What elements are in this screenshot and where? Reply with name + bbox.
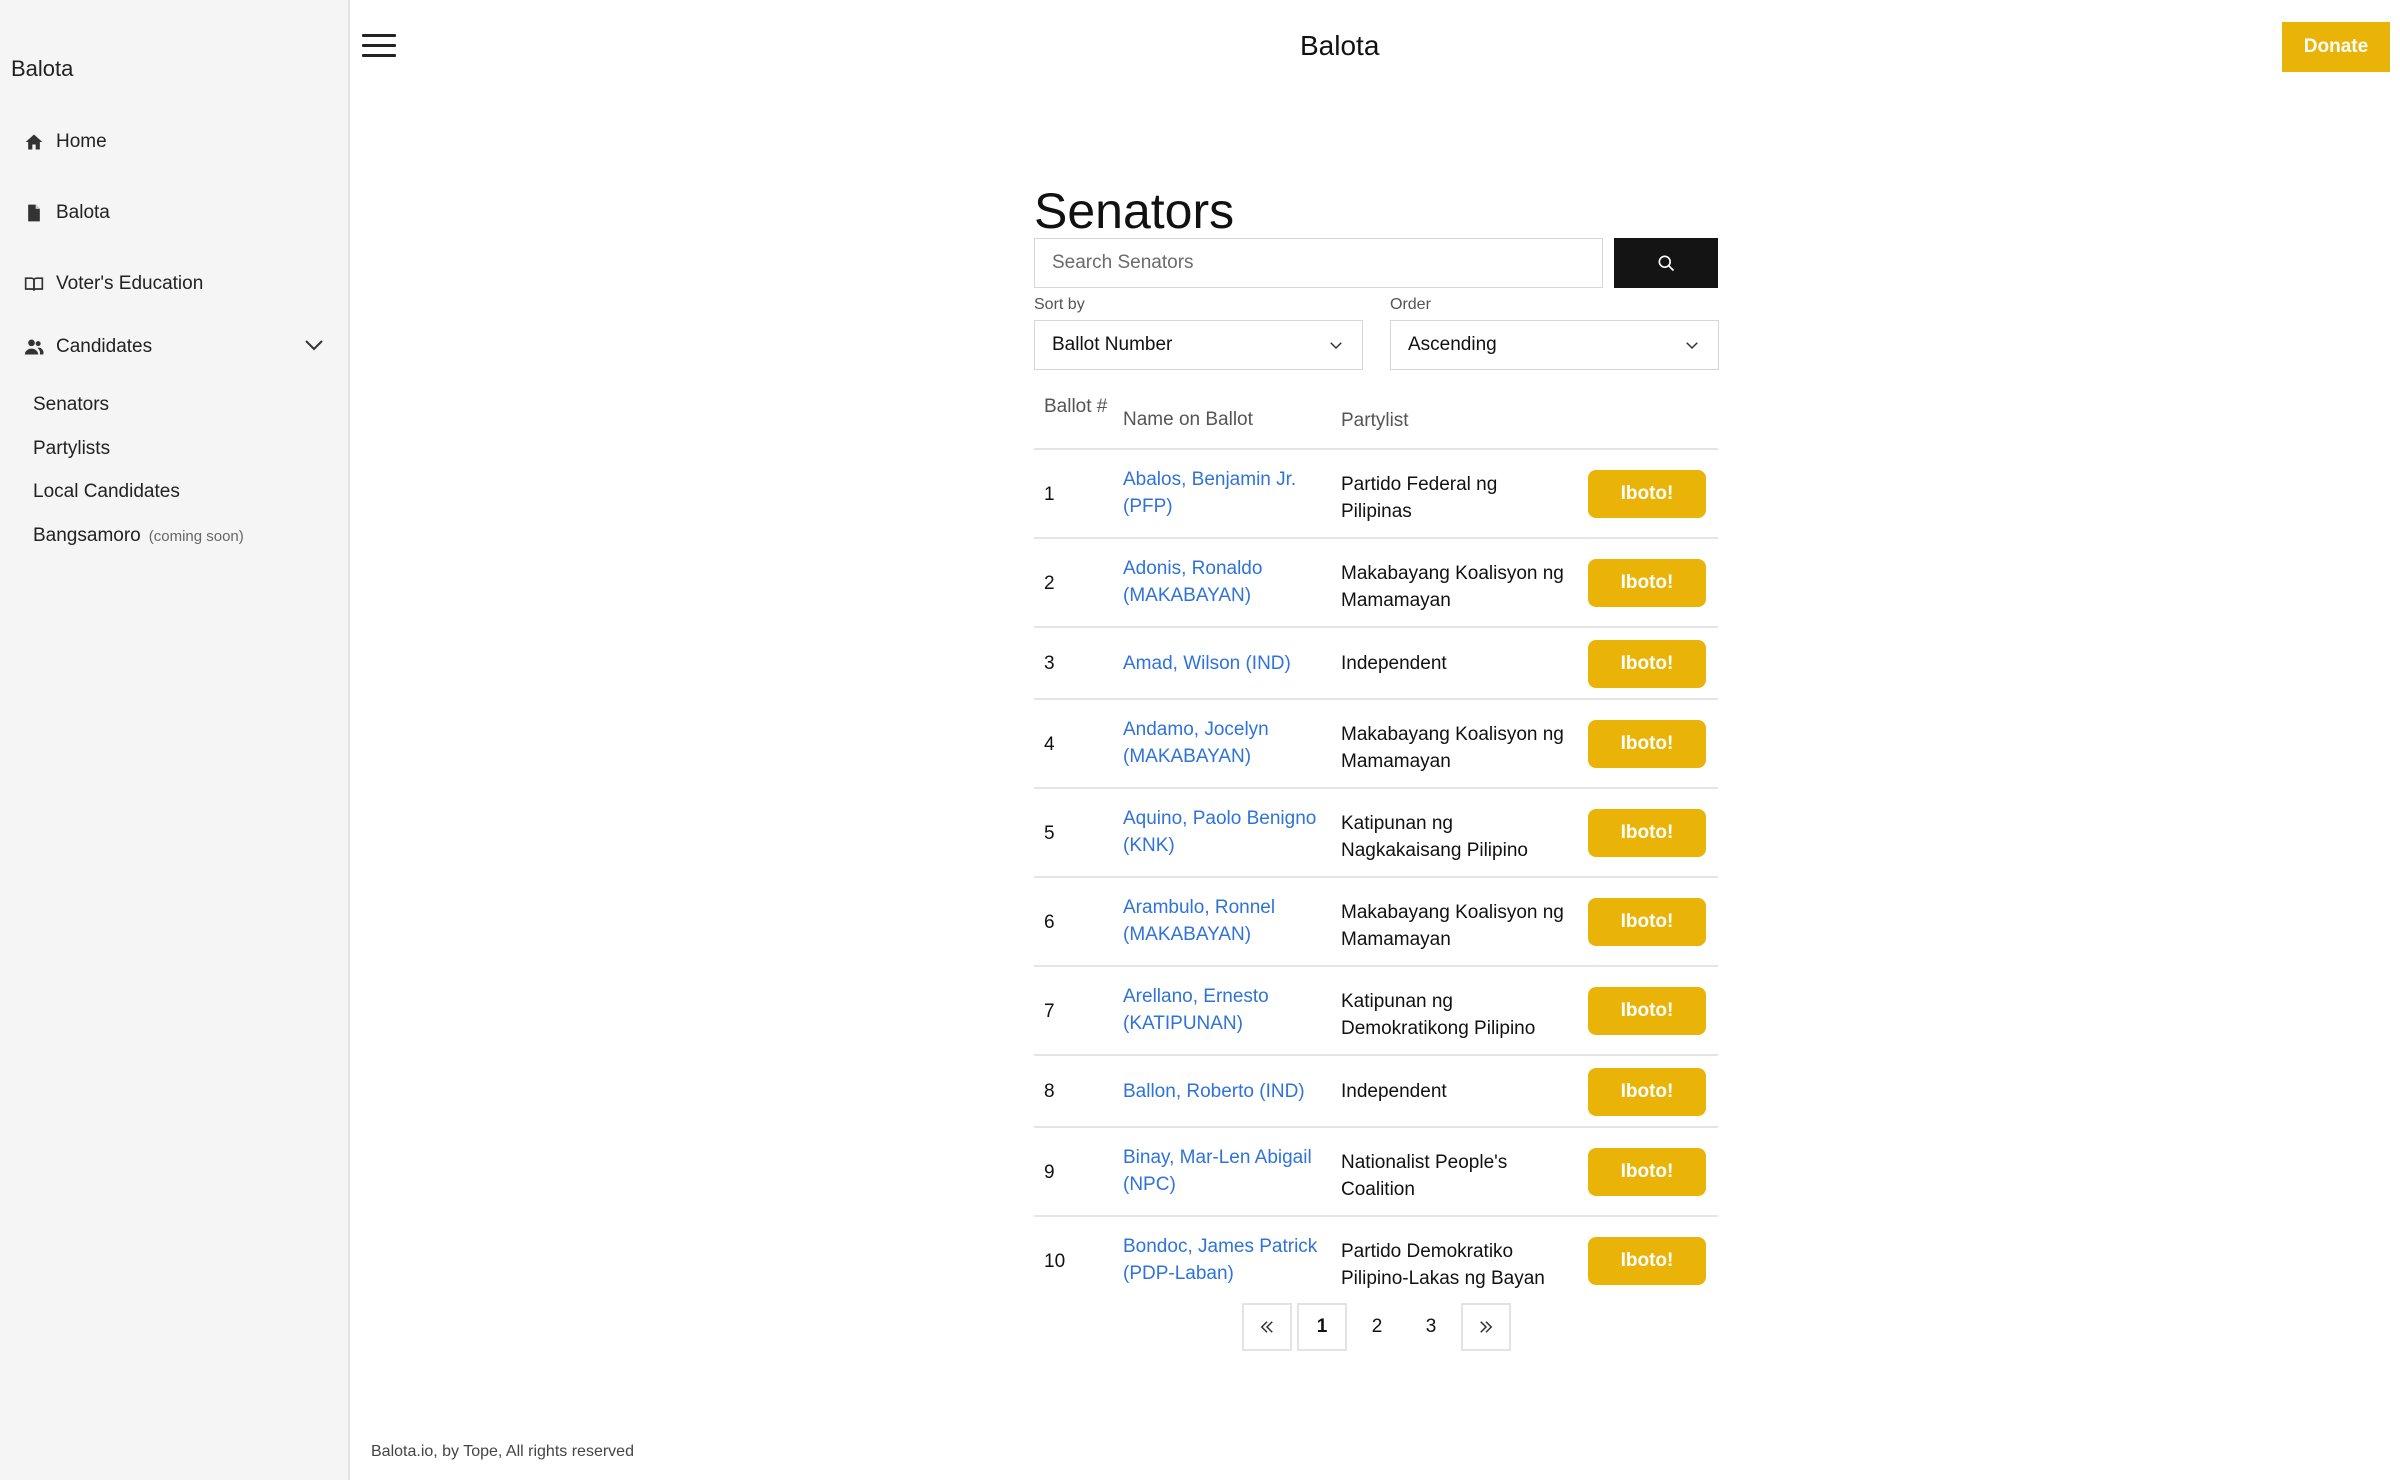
partylist: Katipunan ng Nagkakaisang Pilipino [1341, 813, 1528, 861]
candidate-name-link[interactable]: Binay, Mar-Len Abigail (NPC) [1123, 1144, 1341, 1198]
sidebar-item-label: Balota [56, 202, 110, 223]
column-header-partylist: Partylist [1341, 410, 1409, 431]
sidebar-item-candidates[interactable]: Candidates [22, 327, 152, 367]
candidate-name-link[interactable]: Abalos, Benjamin Jr. (PFP) [1123, 466, 1333, 520]
sidebar-subitem-local-candidates[interactable]: Local Candidates [33, 481, 180, 503]
ballot-number: 10 [1044, 1251, 1066, 1272]
sidebar-brand[interactable]: Balota [11, 56, 73, 82]
sort-by-label: Sort by [1034, 296, 1085, 313]
users-icon [22, 335, 46, 359]
footer-text: Balota.io, by Tope, All rights reserved [371, 1443, 634, 1460]
double-chevron-right-icon [1480, 1321, 1493, 1333]
partylist: Partido Demokratiko Pilipino-Lakas ng Ba… [1341, 1241, 1545, 1289]
order-select[interactable]: Ascending [1390, 320, 1719, 370]
table-row: 8 Ballon, Roberto (IND) Independent Ibot… [1034, 1056, 1718, 1128]
candidate-name-link[interactable]: Amad, Wilson (IND) [1123, 650, 1353, 677]
ballot-number: 3 [1044, 653, 1055, 674]
sidebar-subitem-bangsamoro[interactable]: Bangsamoro (coming soon) [33, 525, 244, 547]
partylist: Makabayang Koalisyon ng Mamamayan [1341, 563, 1564, 611]
ballot-number: 7 [1044, 1001, 1055, 1022]
table-row: 2 Adonis, Ronaldo (MAKABAYAN) Makabayang… [1034, 539, 1718, 628]
table-row: 3 Amad, Wilson (IND) Independent Iboto! [1034, 628, 1718, 700]
candidate-name-link[interactable]: Arambulo, Ronnel (MAKABAYAN) [1123, 894, 1333, 948]
ballot-number: 6 [1044, 912, 1055, 933]
partylist: Makabayang Koalisyon ng Mamamayan [1341, 902, 1564, 950]
search-icon [1658, 255, 1675, 272]
ballot-number: 5 [1044, 823, 1055, 844]
partylist: Katipunan ng Demokratikong Pilipino [1341, 991, 1536, 1039]
table-row: 5 Aquino, Paolo Benigno (KNK) Katipunan … [1034, 789, 1718, 878]
partylist: Independent [1341, 653, 1447, 674]
table-row: 4 Andamo, Jocelyn (MAKABAYAN) Makabayang… [1034, 700, 1718, 789]
iboto-button[interactable]: Iboto! [1588, 559, 1706, 607]
ballot-number: 4 [1044, 734, 1055, 755]
candidate-name-link[interactable]: Adonis, Ronaldo (MAKABAYAN) [1123, 555, 1333, 609]
chevron-down-icon [1686, 342, 1698, 350]
sidebar-subitem-senators[interactable]: Senators [33, 394, 109, 416]
partylist: Nationalist People's Coalition [1341, 1152, 1508, 1200]
iboto-button[interactable]: Iboto! [1588, 640, 1706, 688]
pagination-last[interactable] [1461, 1303, 1511, 1351]
iboto-button[interactable]: Iboto! [1588, 898, 1706, 946]
sidebar-item-label: Home [56, 131, 107, 152]
page-title: Senators [1034, 183, 1235, 239]
double-chevron-left-icon [1260, 1321, 1273, 1333]
coming-soon-note: (coming soon) [148, 528, 244, 545]
iboto-button[interactable]: Iboto! [1588, 470, 1706, 518]
table-row: 6 Arambulo, Ronnel (MAKABAYAN) Makabayan… [1034, 878, 1718, 967]
sidebar-item-label: Candidates [56, 336, 153, 357]
candidate-name-link[interactable]: Ballon, Roberto (IND) [1123, 1078, 1353, 1105]
ballot-number: 2 [1044, 573, 1055, 594]
sidebar-subitem-label: Bangsamoro [33, 525, 141, 546]
ballot-number: 1 [1044, 484, 1055, 505]
sort-by-select[interactable]: Ballot Number [1034, 320, 1363, 370]
table-row: 1 Abalos, Benjamin Jr. (PFP) Partido Fed… [1034, 450, 1718, 539]
sidebar: Balota Home Balota Voter's Education Can… [0, 0, 350, 1480]
pagination-page-1[interactable]: 1 [1297, 1303, 1347, 1351]
book-icon [22, 272, 46, 296]
candidate-name-link[interactable]: Arellano, Ernesto (KATIPUNAN) [1123, 983, 1333, 1037]
partylist: Partido Federal ng Pilipinas [1341, 474, 1498, 522]
partylist: Makabayang Koalisyon ng Mamamayan [1341, 724, 1564, 772]
header-title: Balota [1300, 30, 1380, 61]
sidebar-item-home[interactable]: Home [22, 122, 107, 162]
iboto-button[interactable]: Iboto! [1588, 720, 1706, 768]
chevron-down-icon [1330, 342, 1342, 350]
ballot-number: 8 [1044, 1081, 1055, 1102]
pagination-page-3[interactable]: 3 [1406, 1303, 1456, 1351]
partylist: Independent [1341, 1081, 1447, 1102]
sidebar-subitem-partylists[interactable]: Partylists [33, 438, 110, 460]
sort-by-value: Ballot Number [1052, 334, 1173, 355]
sidebar-item-voters-education[interactable]: Voter's Education [22, 264, 203, 304]
iboto-button[interactable]: Iboto! [1588, 809, 1706, 857]
ballot-number: 9 [1044, 1162, 1055, 1183]
pagination-page-2[interactable]: 2 [1352, 1303, 1402, 1351]
iboto-button[interactable]: Iboto! [1588, 1148, 1706, 1196]
column-header-ballot-number: Ballot # [1044, 396, 1108, 417]
chevron-down-icon[interactable] [302, 333, 326, 357]
iboto-button[interactable]: Iboto! [1588, 1237, 1706, 1285]
candidate-name-link[interactable]: Andamo, Jocelyn (MAKABAYAN) [1123, 716, 1333, 770]
table-row: 9 Binay, Mar-Len Abigail (NPC) Nationali… [1034, 1128, 1718, 1217]
home-icon [22, 130, 46, 154]
search-input[interactable] [1034, 238, 1603, 288]
table-row: 7 Arellano, Ernesto (KATIPUNAN) Katipuna… [1034, 967, 1718, 1056]
donate-button[interactable]: Donate [2282, 22, 2390, 72]
sidebar-item-balota[interactable]: Balota [22, 193, 110, 233]
iboto-button[interactable]: Iboto! [1588, 1068, 1706, 1116]
order-label: Order [1390, 296, 1431, 313]
candidate-name-link[interactable]: Aquino, Paolo Benigno (KNK) [1123, 805, 1333, 859]
column-header-name: Name on Ballot [1123, 409, 1253, 430]
order-value: Ascending [1408, 334, 1497, 355]
candidate-name-link[interactable]: Bondoc, James Patrick (PDP-Laban) [1123, 1233, 1333, 1287]
file-icon [22, 201, 46, 225]
iboto-button[interactable]: Iboto! [1588, 987, 1706, 1035]
pagination-first[interactable] [1242, 1303, 1292, 1351]
hamburger-menu-icon[interactable] [362, 32, 398, 60]
table-row: 10 Bondoc, James Patrick (PDP-Laban) Par… [1034, 1217, 1718, 1301]
search-button[interactable] [1614, 238, 1718, 288]
sidebar-item-label: Voter's Education [56, 273, 204, 294]
